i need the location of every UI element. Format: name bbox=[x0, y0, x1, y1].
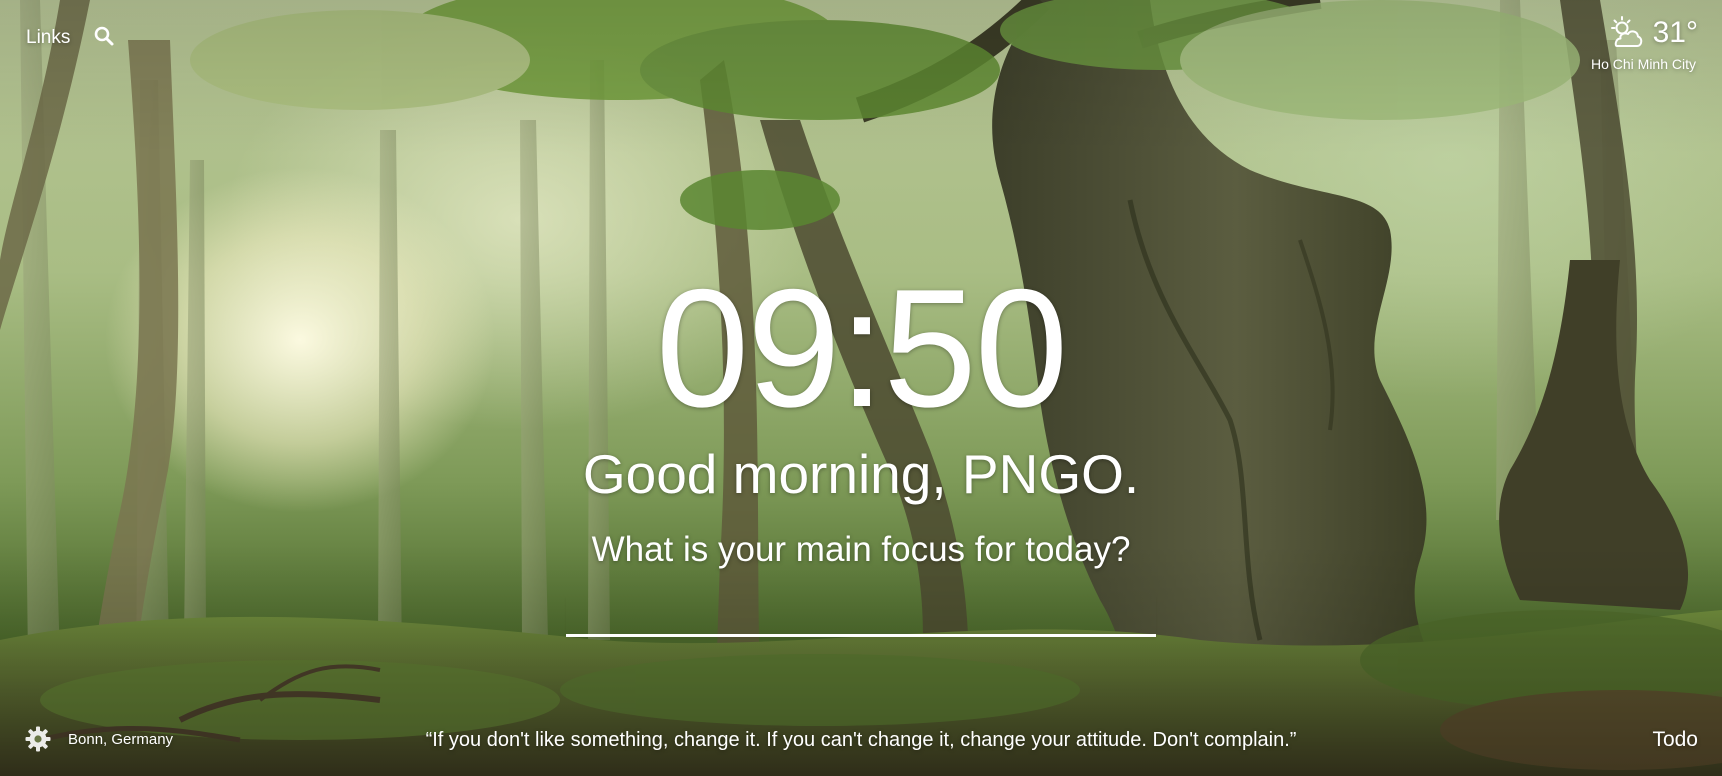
search-icon[interactable] bbox=[92, 24, 116, 48]
focus-input[interactable] bbox=[566, 596, 1156, 637]
todo-button[interactable]: Todo bbox=[1652, 728, 1698, 752]
top-left-bar: Links bbox=[26, 26, 116, 50]
weather-widget[interactable]: 31° Ho Chi Minh City bbox=[1591, 16, 1698, 72]
center-content: 09:50 Good morning, PNGO. What is your m… bbox=[0, 254, 1722, 637]
greeting: Good morning, PNGO. bbox=[582, 443, 1140, 505]
focus-prompt: What is your main focus for today? bbox=[591, 530, 1131, 569]
temperature: 31° bbox=[1652, 16, 1698, 49]
clock: 09:50 bbox=[655, 254, 1068, 442]
weather-location: Ho Chi Minh City bbox=[1590, 56, 1696, 72]
links-button[interactable]: Links bbox=[26, 27, 70, 49]
partly-cloudy-icon bbox=[1607, 16, 1645, 50]
dashboard: Links 31° Ho Chi Minh City 09:50 Good mo… bbox=[0, 0, 1722, 776]
daily-quote[interactable]: “If you don't like something, change it.… bbox=[0, 729, 1722, 752]
